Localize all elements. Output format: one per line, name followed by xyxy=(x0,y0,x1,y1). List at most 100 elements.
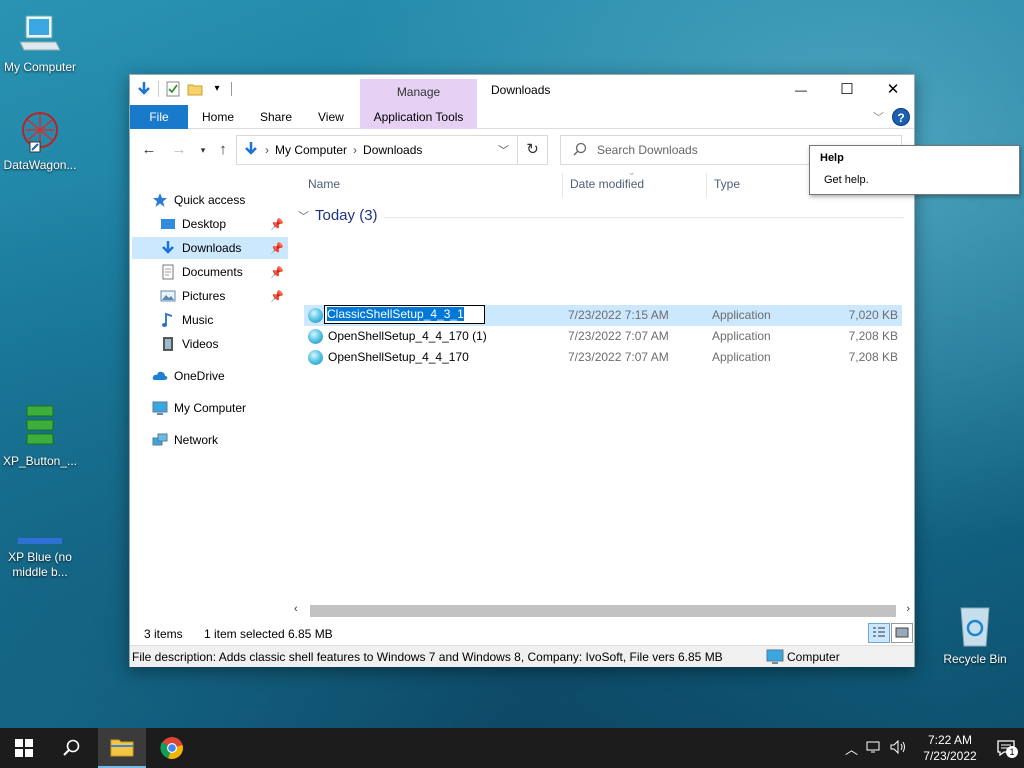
address-bar[interactable]: › My Computer › Downloads ﹀ xyxy=(236,135,518,165)
help-tooltip: Help Get help. xyxy=(809,145,1020,195)
chrome-icon xyxy=(160,737,183,759)
volume-icon[interactable] xyxy=(890,739,908,757)
scroll-left-icon[interactable]: ‹ xyxy=(294,603,298,615)
download-arrow-icon[interactable] xyxy=(136,81,152,97)
file-list: Name ⌄ Date modified Type ﹀ Today (3) Cl… xyxy=(292,167,914,599)
pin-icon[interactable]: 📌 xyxy=(270,218,284,231)
rename-input[interactable]: ClassicShellSetup_4_3_1 xyxy=(324,305,485,324)
file-row[interactable]: OpenShellSetup_4_4_170 (1) 7/23/2022 7:07… xyxy=(304,326,902,347)
help-button[interactable]: ? xyxy=(892,108,910,126)
tab-file[interactable]: File xyxy=(130,105,188,129)
recent-locations-icon[interactable]: ▾ xyxy=(192,139,214,161)
title-bar[interactable]: ▾ Manage Downloads — ☐ ✕ xyxy=(130,75,914,105)
breadcrumb-downloads[interactable]: Downloads xyxy=(363,143,422,157)
desktop-icon-my-computer[interactable]: My Computer xyxy=(0,10,80,75)
group-header-today[interactable]: ﹀ Today (3) xyxy=(298,207,378,224)
breadcrumb-my-computer[interactable]: My Computer xyxy=(275,143,347,157)
desktop-icon-xp-blue[interactable]: XP Blue (no middle b... xyxy=(0,520,80,580)
navigation-pane: Quick access Desktop 📌 Downloads 📌 Docum… xyxy=(130,179,288,599)
network-tray-icon[interactable] xyxy=(866,740,882,757)
file-explorer-taskbar-button[interactable] xyxy=(98,728,146,768)
refresh-button[interactable]: ↻ xyxy=(518,135,548,165)
explorer-window[interactable]: ▾ Manage Downloads — ☐ ✕ File Home Share… xyxy=(129,74,915,667)
new-folder-icon[interactable] xyxy=(187,81,203,97)
pin-icon[interactable]: 📌 xyxy=(270,266,284,279)
notification-icon[interactable]: 1 xyxy=(988,740,1024,758)
item-count: 3 items xyxy=(144,627,183,641)
file-type: Application xyxy=(712,308,771,322)
chrome-taskbar-button[interactable] xyxy=(148,728,196,768)
maximize-button[interactable]: ☐ xyxy=(824,75,870,105)
details-view-button[interactable] xyxy=(868,623,890,643)
minimize-button[interactable]: — xyxy=(778,75,824,105)
tab-application-tools[interactable]: Application Tools xyxy=(360,105,477,129)
file-row[interactable]: OpenShellSetup_4_4_170 7/23/2022 7:07 AM A… xyxy=(304,347,902,368)
desktop-icon-recycle-bin[interactable]: Recycle Bin xyxy=(935,602,1015,667)
group-divider xyxy=(384,217,904,218)
search-icon xyxy=(573,142,587,159)
properties-icon[interactable] xyxy=(165,81,181,97)
chevron-up-icon[interactable]: ︿ xyxy=(845,739,858,758)
forward-button[interactable]: → xyxy=(168,139,190,161)
file-row[interactable]: ClassicShellSetup_4_3_1 7/23/2022 7:15 AM… xyxy=(304,305,902,326)
back-button[interactable]: ← xyxy=(138,139,160,161)
ribbon-tabs: File Home Share View xyxy=(130,105,914,129)
nav-label: Quick access xyxy=(174,193,246,207)
file-size: 7,020 KB xyxy=(848,308,898,322)
nav-documents[interactable]: Documents 📌 xyxy=(160,261,288,283)
search-taskbar-button[interactable] xyxy=(48,728,96,768)
picture-icon xyxy=(160,288,176,304)
pin-icon[interactable]: 📌 xyxy=(270,290,284,303)
start-button[interactable] xyxy=(0,728,48,768)
expand-ribbon-icon[interactable]: ﹀ xyxy=(873,109,884,125)
nav-onedrive[interactable]: OneDrive xyxy=(152,365,308,387)
download-arrow-icon xyxy=(160,240,176,256)
scroll-right-icon[interactable]: › xyxy=(906,603,910,615)
column-header-date[interactable]: Date modified xyxy=(562,169,706,199)
pin-icon[interactable]: 📌 xyxy=(270,242,284,255)
horizontal-scrollbar[interactable]: ‹ › xyxy=(292,603,914,619)
customize-toolbar-icon[interactable]: ▾ xyxy=(209,81,225,97)
large-icons-view-button[interactable] xyxy=(891,623,913,643)
breadcrumb-separator-icon: › xyxy=(353,143,358,157)
nav-label: Desktop xyxy=(182,217,227,231)
nav-quick-access[interactable]: Quick access xyxy=(152,189,308,211)
location-label: Computer xyxy=(787,649,840,664)
details-bar: File description: Adds classic shell fea… xyxy=(130,645,914,667)
nav-downloads[interactable]: Downloads 📌 xyxy=(132,237,288,259)
desktop-icon-datawagon[interactable]: DataWagon... xyxy=(0,108,80,173)
file-date: 7/23/2022 7:15 AM xyxy=(568,308,669,322)
nav-pictures[interactable]: Pictures 📌 xyxy=(160,285,288,307)
system-tray: ︿ 7:22 AM 7/23/2022 1 xyxy=(845,728,1024,768)
nav-music[interactable]: Music xyxy=(160,309,288,331)
application-icon xyxy=(308,308,323,323)
nav-network[interactable]: Network xyxy=(152,429,308,451)
datawagon-icon xyxy=(16,108,64,156)
desktop-icon-label: DataWagon... xyxy=(3,158,77,172)
nav-my-computer[interactable]: My Computer xyxy=(152,397,308,419)
nav-label: My Computer xyxy=(174,401,247,415)
up-button[interactable]: ↑ xyxy=(212,139,234,161)
computer-icon xyxy=(766,649,784,668)
document-icon xyxy=(160,264,176,280)
desktop-icon-xp-button[interactable]: XP_Button_... xyxy=(0,404,80,469)
rename-selected-text: ClassicShellSetup_4_3_1 xyxy=(327,307,464,321)
manage-tab[interactable]: Manage xyxy=(360,79,477,105)
clock[interactable]: 7:22 AM 7/23/2022 xyxy=(912,732,988,764)
downloads-location-icon xyxy=(243,141,259,160)
tab-share[interactable]: Share xyxy=(246,105,306,129)
column-header-type[interactable]: Type xyxy=(706,169,806,199)
close-button[interactable]: ✕ xyxy=(870,75,916,105)
address-dropdown-icon[interactable]: ﹀ xyxy=(498,142,509,158)
tab-home[interactable]: Home xyxy=(188,105,248,129)
column-header-name[interactable]: Name xyxy=(300,169,562,199)
clock-date: 7/23/2022 xyxy=(923,749,977,763)
nav-videos[interactable]: Videos xyxy=(160,333,288,355)
tab-view[interactable]: View xyxy=(304,105,358,129)
music-note-icon xyxy=(160,312,176,328)
window-title: Downloads xyxy=(491,83,551,97)
cloud-icon xyxy=(152,368,168,384)
navigation-row: ← → ▾ ↑ › My Computer › Downloads ﹀ ↻ Se… xyxy=(130,133,914,167)
scrollbar-thumb[interactable] xyxy=(310,605,896,617)
nav-desktop[interactable]: Desktop 📌 xyxy=(160,213,288,235)
